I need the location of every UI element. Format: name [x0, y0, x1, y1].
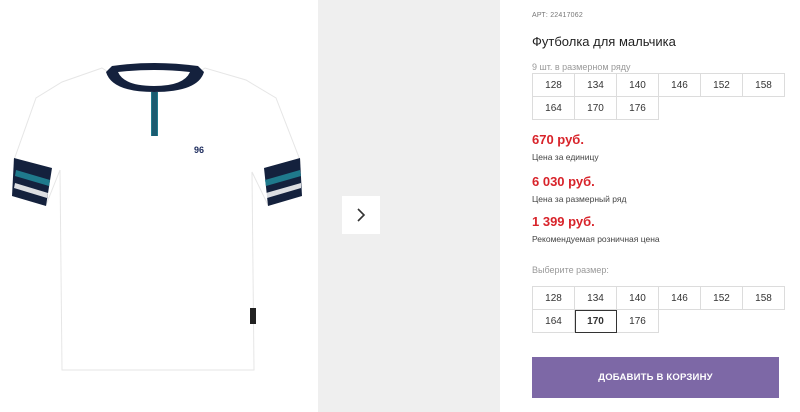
product-info: АРТ: 22417062 Футболка для мальчика 9 шт… [532, 0, 800, 412]
size-option-140[interactable]: 140 [617, 287, 659, 310]
gallery-next-button[interactable] [342, 196, 380, 234]
size-option-164[interactable]: 164 [533, 310, 575, 333]
size-row-cell: 152 [701, 74, 743, 97]
size-row-table: 128 134 140 146 152 158 164 170 176 [532, 73, 785, 120]
size-selector: 128 134 140 146 152 158 164 170 176 [532, 286, 785, 333]
size-row-cell: 146 [659, 74, 701, 97]
article-number: АРТ: 22417062 [532, 12, 583, 19]
article-value: 22417062 [550, 12, 583, 19]
size-option-146[interactable]: 146 [659, 287, 701, 310]
size-option-170[interactable]: 170 [575, 310, 617, 333]
chest-logo-text: 96 [194, 145, 204, 155]
product-photo[interactable]: 96 [0, 0, 316, 412]
size-row-cell: 158 [743, 74, 785, 97]
size-row-price: 6 030 руб. [532, 174, 595, 189]
size-row-cell: 170 [575, 97, 617, 120]
size-option-134[interactable]: 134 [575, 287, 617, 310]
add-to-cart-button[interactable]: ДОБАВИТЬ В КОРЗИНУ [532, 357, 779, 398]
size-row-price-label: Цена за размерный ряд [532, 194, 627, 204]
size-row-cell: 128 [533, 74, 575, 97]
retail-price: 1 399 руб. [532, 214, 595, 229]
pack-size-note: 9 шт. в размерном ряду [532, 62, 631, 72]
size-row-cell: 140 [617, 74, 659, 97]
product-title: Футболка для мальчика [532, 34, 676, 49]
size-row-cell: 176 [617, 97, 659, 120]
size-option-158[interactable]: 158 [743, 287, 785, 310]
size-row-cell: 164 [533, 97, 575, 120]
chevron-right-icon [357, 208, 366, 222]
unit-price: 670 руб. [532, 132, 584, 147]
product-gallery: 96 [0, 0, 500, 412]
retail-price-label: Рекомендуемая розничная цена [532, 234, 660, 244]
article-label: АРТ: [532, 12, 549, 19]
size-row-cell: 134 [575, 74, 617, 97]
choose-size-label: Выберите размер: [532, 265, 609, 275]
size-option-176[interactable]: 176 [617, 310, 659, 333]
size-option-128[interactable]: 128 [533, 287, 575, 310]
size-option-152[interactable]: 152 [701, 287, 743, 310]
unit-price-label: Цена за единицу [532, 152, 599, 162]
t-shirt-image: 96 [12, 63, 302, 371]
